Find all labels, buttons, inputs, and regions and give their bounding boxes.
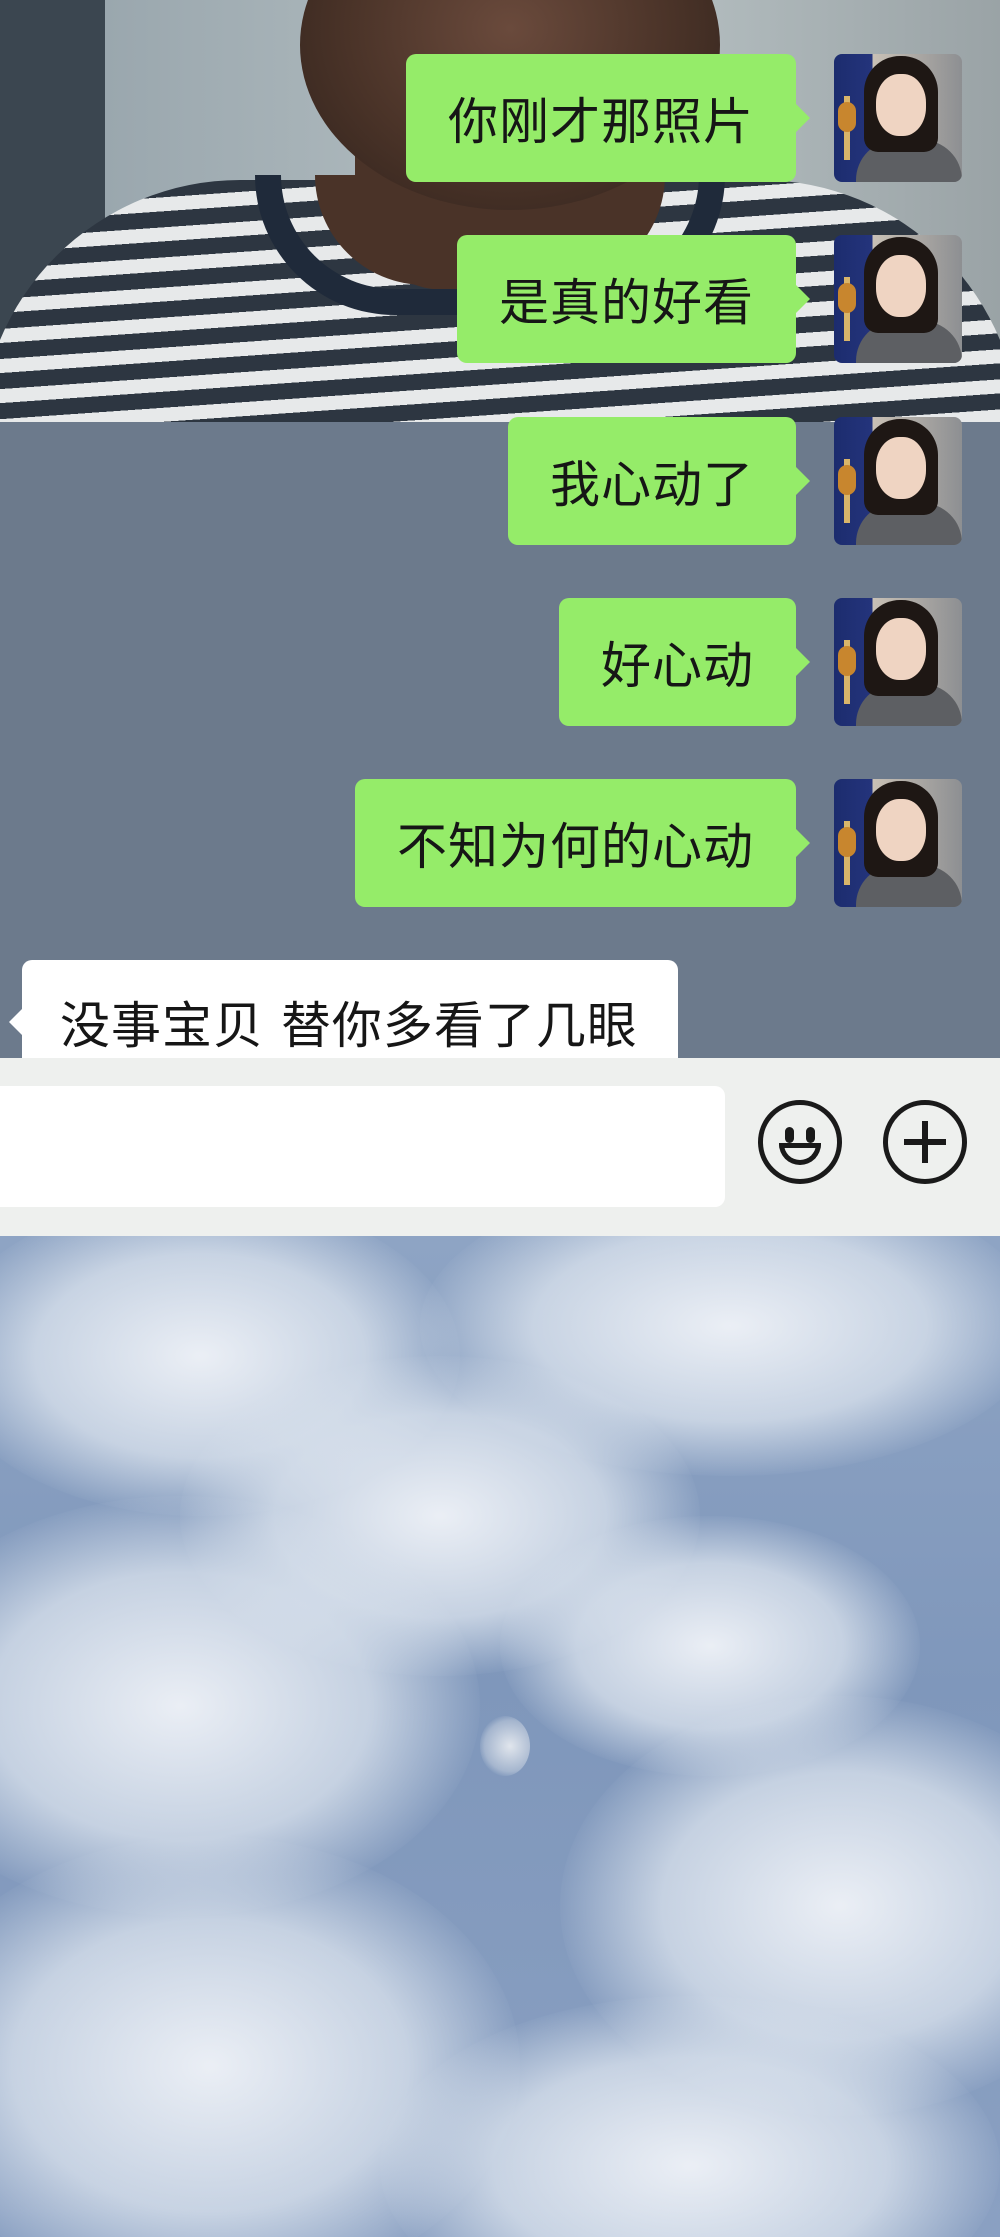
my-avatar[interactable] — [834, 779, 962, 907]
message-row-outgoing: 不知为何的心动 — [355, 779, 962, 907]
incoming-message-bubble[interactable]: 没事宝贝 替你多看了几眼 — [9, 960, 678, 1058]
emoji-mouth — [779, 1143, 821, 1165]
avatar-face — [876, 799, 926, 861]
avatar-face — [876, 255, 926, 317]
avatar-skewer-food — [838, 827, 856, 857]
outgoing-message-bubble[interactable]: 是真的好看 — [457, 235, 810, 363]
plus-circle-icon[interactable] — [883, 1100, 967, 1184]
my-avatar[interactable] — [834, 417, 962, 545]
message-row-outgoing: 好心动 — [559, 598, 962, 726]
avatar-skewer-food — [838, 283, 856, 313]
chat-message-area[interactable]: 你刚才那照片 是真的好看 我心动了 好心动 不知为何的心动 没事宝贝 替你多看了… — [0, 0, 1000, 1058]
outgoing-message-bubble[interactable]: 好心动 — [559, 598, 810, 726]
avatar-face — [876, 437, 926, 499]
my-avatar[interactable] — [834, 235, 962, 363]
message-row-outgoing: 你刚才那照片 — [406, 54, 962, 182]
avatar-skewer-food — [838, 646, 856, 676]
sky-cloud-photo — [0, 1236, 1000, 2237]
chat-input-bar — [0, 1058, 1000, 1236]
emoji-left-eye — [785, 1127, 794, 1143]
emoji-smile-icon[interactable] — [758, 1100, 842, 1184]
my-avatar[interactable] — [834, 54, 962, 182]
plus-vertical-stroke — [922, 1121, 928, 1163]
avatar-face — [876, 74, 926, 136]
message-row-outgoing: 是真的好看 — [457, 235, 962, 363]
message-row-outgoing: 我心动了 — [508, 417, 962, 545]
avatar-skewer-food — [838, 465, 856, 495]
avatar-skewer-food — [838, 102, 856, 132]
my-avatar[interactable] — [834, 598, 962, 726]
message-row-incoming: 没事宝贝 替你多看了几眼 — [9, 960, 678, 1058]
emoji-right-eye — [806, 1127, 815, 1143]
moon-shape — [480, 1716, 530, 1776]
message-input[interactable] — [0, 1086, 725, 1207]
avatar-face — [876, 618, 926, 680]
outgoing-message-bubble[interactable]: 我心动了 — [508, 417, 810, 545]
outgoing-message-bubble[interactable]: 你刚才那照片 — [406, 54, 810, 182]
outgoing-message-bubble[interactable]: 不知为何的心动 — [355, 779, 810, 907]
